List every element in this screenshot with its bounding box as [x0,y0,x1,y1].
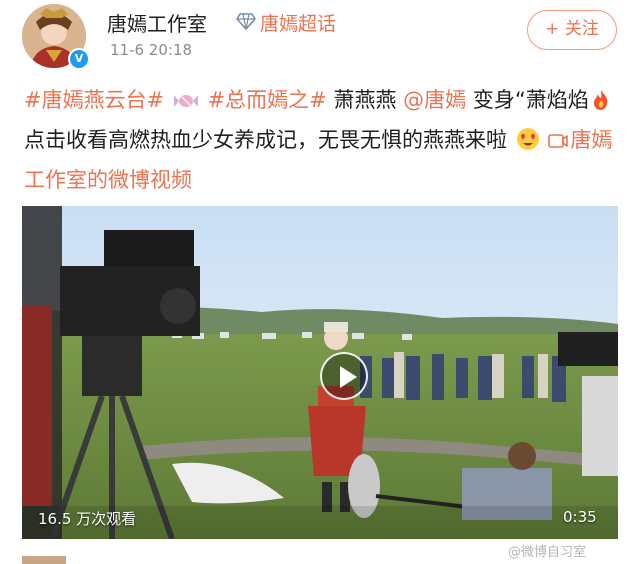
hashtag-yanyuntai[interactable]: #唐嫣燕云台# [24,88,164,112]
video-view-count: 16.5 万次观看 [38,510,137,528]
candy-icon [173,86,199,122]
post-text: #唐嫣燕云台# #总而嫣之# 萧燕燕 @唐嫣 变身“萧焰焰 点击收看高燃热血少女… [24,82,624,198]
topic-link[interactable]: 唐嫣超话 [260,9,336,36]
post-timestamp[interactable]: 11-6 20:18 [110,41,192,59]
hashtag-zongeryanzhi[interactable]: #总而嫣之# [208,88,327,112]
play-icon [340,366,357,388]
next-post-thumbnail[interactable] [22,556,66,564]
follow-button[interactable]: + 关注 [527,10,617,50]
author-name[interactable]: 唐嫣工作室 [107,8,207,37]
verified-badge: V [68,48,90,70]
text-part2: 点击收看高燃热血少女养成记，无畏无惧的燕燕来啦 [24,128,507,152]
text-part1: 变身“萧焰焰 [472,88,589,112]
fire-icon [591,86,611,122]
video-duration: 0:35 [563,508,597,526]
video-icon [548,125,569,161]
video-player[interactable]: 16.5 万次观看 0:35 [22,206,618,539]
watermark: @微博自习室 [508,545,587,560]
diamond-icon [236,13,256,30]
heart-eyes-emoji-icon [516,126,540,162]
mention-tangyan[interactable]: @唐嫣 [403,88,466,112]
character-name: 萧燕燕 [333,88,397,112]
play-button[interactable] [320,352,368,400]
